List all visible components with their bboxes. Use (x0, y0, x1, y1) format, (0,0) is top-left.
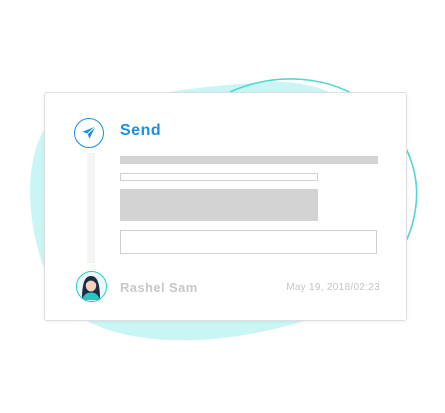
message-input[interactable] (120, 230, 377, 254)
avatar[interactable] (76, 271, 107, 302)
card-title: Send (120, 122, 162, 139)
placeholder-line (120, 156, 378, 164)
message-card: Send Rashel Sam May 19, 2018/02:23 (44, 92, 407, 321)
placeholder-block (120, 189, 318, 221)
placeholder-field (120, 173, 318, 181)
timestamp: May 19, 2018/02:23 (286, 282, 380, 293)
timeline-line (87, 153, 95, 263)
author-name: Rashel Sam (120, 280, 198, 295)
paper-plane-icon[interactable] (74, 118, 104, 148)
